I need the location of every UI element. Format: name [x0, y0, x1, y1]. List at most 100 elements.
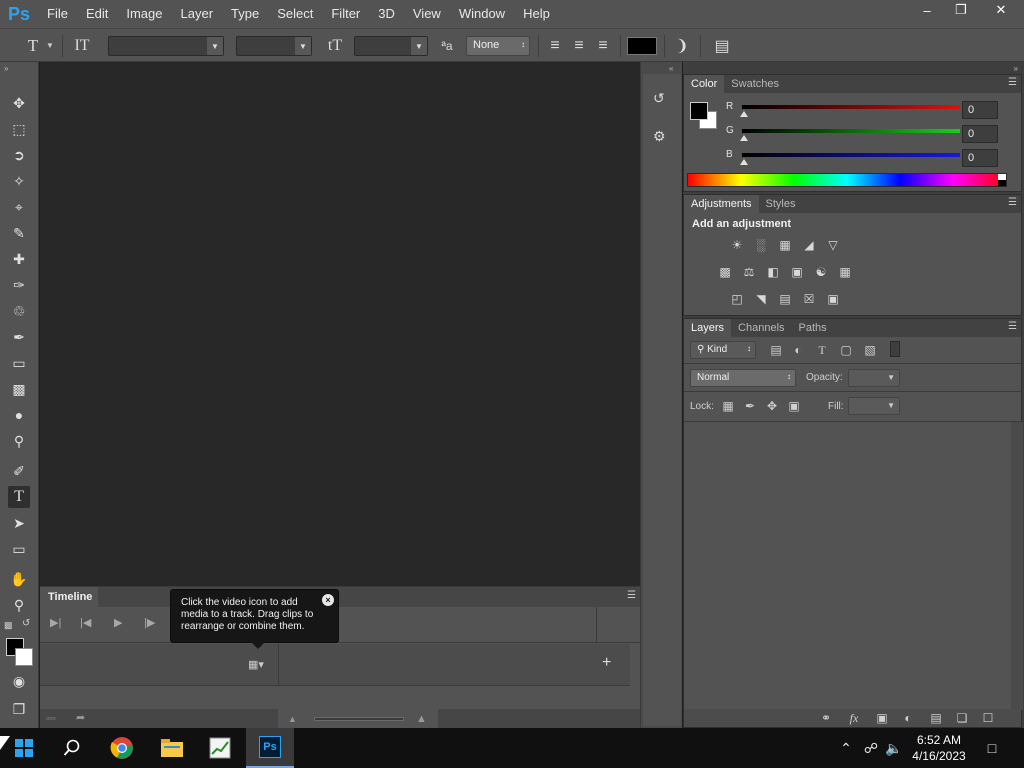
- new-layer-icon[interactable]: ❏: [954, 710, 970, 726]
- network-icon[interactable]: ☍: [860, 728, 882, 768]
- show-hidden-icons-icon[interactable]: ⌃: [836, 728, 856, 768]
- anti-alias-dropdown[interactable]: None ↕: [466, 36, 530, 56]
- align-right-icon[interactable]: ≡: [594, 36, 612, 56]
- blur-tool-icon[interactable]: ●: [8, 404, 30, 426]
- filter-smart-objects-icon[interactable]: ▧: [862, 342, 878, 358]
- layers-scrollbar[interactable]: [1011, 422, 1023, 710]
- hand-tool-icon[interactable]: ✋: [8, 568, 30, 590]
- layers-list[interactable]: [684, 421, 1023, 710]
- fill-field[interactable]: ▼: [848, 397, 900, 415]
- menu-image[interactable]: Image: [117, 0, 171, 28]
- menu-layer[interactable]: Layer: [172, 0, 223, 28]
- healing-brush-tool-icon[interactable]: ✚: [8, 248, 30, 270]
- swap-colors-icon[interactable]: ↺: [22, 618, 30, 629]
- vibrance-icon[interactable]: ▽: [824, 237, 842, 253]
- filter-toggle-switch[interactable]: [890, 341, 900, 357]
- close-button[interactable]: ✕: [978, 0, 1024, 20]
- tab-channels[interactable]: Channels: [731, 319, 791, 337]
- invert-icon[interactable]: ◰: [728, 291, 746, 307]
- file-explorer-taskbar-button[interactable]: [148, 728, 196, 768]
- color-balance-icon[interactable]: ⚖: [740, 264, 758, 280]
- background-color-swatch[interactable]: [15, 648, 33, 666]
- lock-image-pixels-icon[interactable]: ✒: [742, 398, 758, 414]
- filter-shape-layers-icon[interactable]: ▢: [838, 342, 854, 358]
- levels-icon[interactable]: ░: [752, 237, 770, 253]
- warp-text-icon[interactable]: ❩: [672, 36, 692, 56]
- toggle-text-orientation-icon[interactable]: IT: [70, 36, 94, 56]
- tab-color[interactable]: Color: [684, 75, 725, 93]
- tooltip-close-icon[interactable]: ×: [322, 594, 334, 606]
- character-panel-icon[interactable]: ▤: [712, 36, 732, 56]
- quick-mask-icon[interactable]: ◉: [8, 670, 30, 692]
- dodge-tool-icon[interactable]: ⚲: [8, 430, 30, 452]
- layers-panel-menu-icon[interactable]: ☰: [1008, 321, 1017, 332]
- filter-type-layers-icon[interactable]: T: [814, 342, 830, 358]
- color-lookup-icon[interactable]: ▦: [836, 264, 854, 280]
- color-foreground-swatch[interactable]: [690, 102, 708, 120]
- history-brush-tool-icon[interactable]: ✒: [8, 326, 30, 348]
- render-video-icon[interactable]: ➦: [76, 711, 85, 724]
- menu-select[interactable]: Select: [268, 0, 322, 28]
- red-value-field[interactable]: 0: [962, 101, 998, 119]
- zoom-out-timeline-icon[interactable]: ▲: [288, 714, 297, 724]
- toolbox-collapse-icon[interactable]: »: [4, 64, 8, 73]
- filter-adjustment-layers-icon[interactable]: ◐: [790, 342, 806, 358]
- font-family-dropdown[interactable]: ▼: [108, 36, 224, 56]
- search-taskbar-button[interactable]: [48, 728, 96, 768]
- next-frame-icon[interactable]: |▶: [144, 616, 155, 629]
- screen-mode-icon[interactable]: ❐: [8, 698, 30, 720]
- tab-adjustments[interactable]: Adjustments: [684, 195, 759, 213]
- menu-edit[interactable]: Edit: [77, 0, 117, 28]
- blue-slider[interactable]: B: [726, 149, 966, 167]
- blend-mode-dropdown[interactable]: Normal ↕: [690, 369, 796, 387]
- taskbar-clock[interactable]: 6:52 AM 4/16/2023: [906, 732, 972, 764]
- channel-mixer-icon[interactable]: ☯: [812, 264, 830, 280]
- tab-paths[interactable]: Paths: [792, 319, 834, 337]
- restore-button[interactable]: ❐: [944, 0, 978, 20]
- link-layers-icon[interactable]: ⚭: [818, 710, 834, 726]
- tab-layers[interactable]: Layers: [684, 319, 732, 337]
- lock-position-icon[interactable]: ✥: [764, 398, 780, 414]
- move-tool-icon[interactable]: ✥: [8, 92, 30, 114]
- properties-panel-icon[interactable]: ⚙: [653, 128, 671, 146]
- adjustments-panel-menu-icon[interactable]: ☰: [1008, 197, 1017, 208]
- lock-transparent-pixels-icon[interactable]: ▦: [720, 398, 736, 414]
- filter-pixel-layers-icon[interactable]: ▤: [768, 342, 784, 358]
- align-center-icon[interactable]: ≡: [570, 36, 588, 56]
- chrome-taskbar-button[interactable]: [98, 728, 146, 768]
- type-tool-icon[interactable]: T: [8, 486, 30, 508]
- lasso-tool-icon[interactable]: ➲: [8, 144, 30, 166]
- photo-filter-icon[interactable]: ▣: [788, 264, 806, 280]
- menu-view[interactable]: View: [404, 0, 450, 28]
- default-colors-icon[interactable]: ▩: [4, 620, 13, 631]
- selective-color-icon[interactable]: ▣: [824, 291, 842, 307]
- volume-icon[interactable]: 🔈: [884, 728, 904, 768]
- dock-expand-icon[interactable]: «: [669, 64, 673, 73]
- timeline-tab[interactable]: Timeline: [40, 587, 98, 607]
- font-style-dropdown[interactable]: ▼: [236, 36, 312, 56]
- timeline-menu-icon[interactable]: ☰: [627, 590, 636, 601]
- exposure-icon[interactable]: ◢: [800, 237, 818, 253]
- dock-collapse-icon[interactable]: »: [1014, 64, 1018, 73]
- quick-select-tool-icon[interactable]: ✧: [8, 170, 30, 192]
- timeline-track[interactable]: ▦▾ +: [40, 644, 630, 686]
- convert-to-frame-animation-icon[interactable]: ▫▫▫: [46, 713, 56, 723]
- new-adjustment-layer-icon[interactable]: ◐: [900, 710, 916, 726]
- add-media-video-icon[interactable]: ▦▾: [248, 658, 264, 671]
- layer-filter-kind-dropdown[interactable]: ⚲ Kind ↕: [690, 341, 756, 359]
- clone-stamp-tool-icon[interactable]: ♲: [8, 300, 30, 322]
- timeline-zoom-slider[interactable]: [314, 717, 404, 721]
- layer-style-fx-icon[interactable]: fx: [846, 710, 862, 726]
- align-left-icon[interactable]: ≡: [546, 36, 564, 56]
- delete-layer-icon[interactable]: ☐: [980, 710, 996, 726]
- brightness-contrast-icon[interactable]: ☀: [728, 237, 746, 253]
- crop-tool-icon[interactable]: ⌖: [8, 196, 30, 218]
- threshold-icon[interactable]: ▤: [776, 291, 794, 307]
- opacity-field[interactable]: ▼: [848, 369, 900, 387]
- posterize-icon[interactable]: ◥: [752, 291, 770, 307]
- new-group-icon[interactable]: ▤: [928, 710, 944, 726]
- gradient-tool-icon[interactable]: ▩: [8, 378, 30, 400]
- rectangle-tool-icon[interactable]: ▭: [8, 538, 30, 560]
- red-slider[interactable]: R: [726, 101, 966, 119]
- hue-saturation-icon[interactable]: ▩: [716, 264, 734, 280]
